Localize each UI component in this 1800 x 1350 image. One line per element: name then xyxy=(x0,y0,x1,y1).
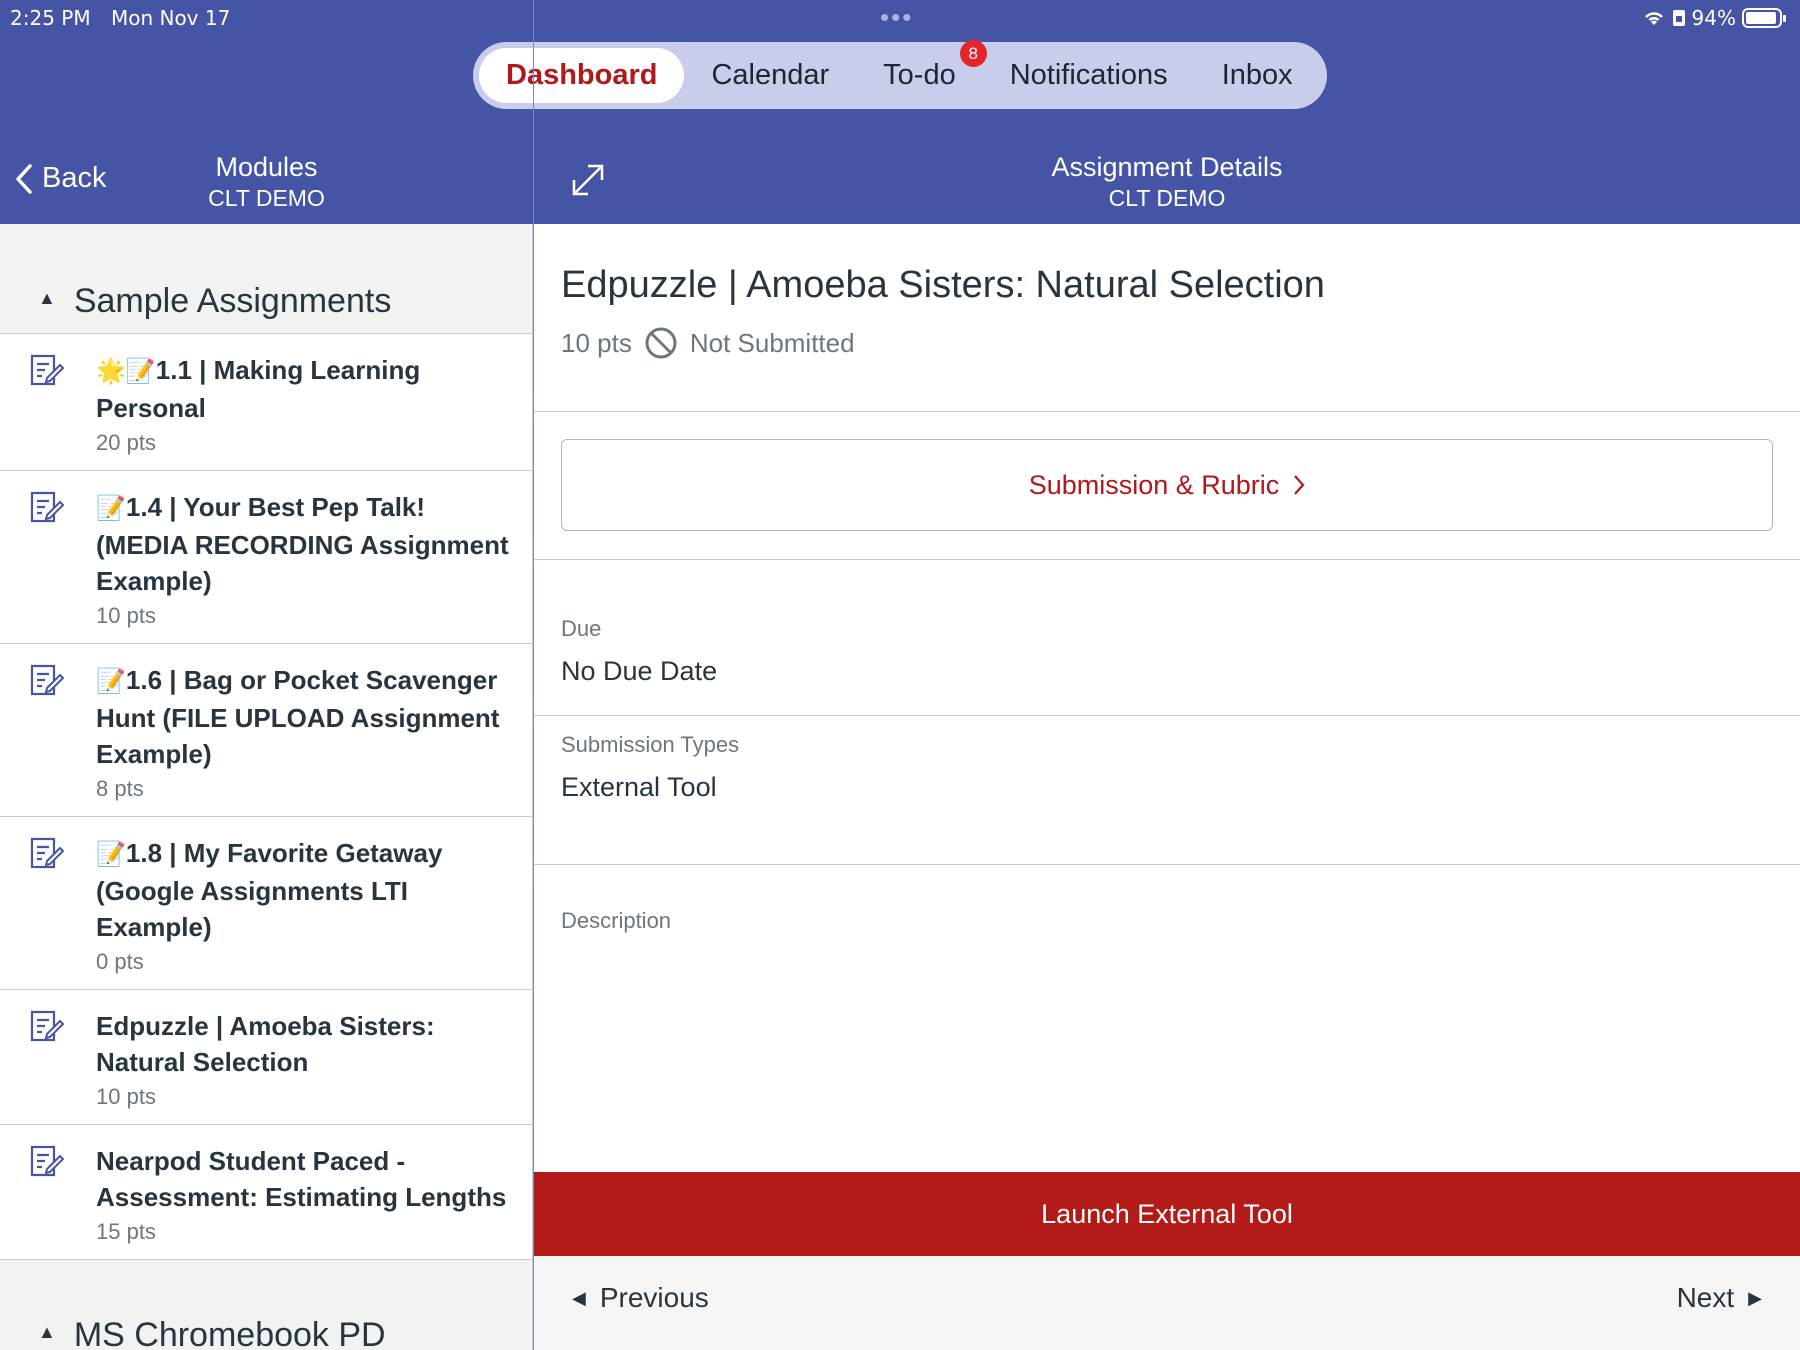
details-subtitle: CLT DEMO xyxy=(1108,185,1226,211)
assignment-points: 10 pts xyxy=(561,327,632,358)
status-bar-right: 94% xyxy=(1642,6,1786,30)
emoji-icon: 📝 xyxy=(96,841,126,868)
module-item-name: 1.8 | My Favorite Getaway (Google Assign… xyxy=(96,838,443,942)
section-title: MS Chromebook PD xyxy=(73,1316,386,1350)
submission-status: Not Submitted xyxy=(689,327,855,358)
module-item-points: 15 pts xyxy=(96,1219,156,1244)
lock-rotation-icon xyxy=(1672,10,1685,26)
chevron-right-icon xyxy=(1294,475,1305,495)
assignment-icon xyxy=(30,352,65,393)
assignment-icon xyxy=(30,835,65,876)
tab-label: Calendar xyxy=(711,59,830,91)
module-item-title: 🌟📝1.1 | Making Learning Personal xyxy=(96,352,512,426)
divider xyxy=(534,864,1800,865)
assignment-meta: 10 pts Not Submitted xyxy=(561,326,855,360)
module-item-title: Edpuzzle | Amoeba Sisters: Natural Selec… xyxy=(96,1008,512,1080)
emoji-icon: 🌟📝 xyxy=(96,358,156,385)
section-title: Sample Assignments xyxy=(73,282,392,320)
tab-label: Dashboard xyxy=(506,59,658,91)
split-divider xyxy=(533,0,534,1350)
main-tab-bar: Dashboard Calendar To-do 8 Notifications Inbo… xyxy=(473,40,1327,109)
module-item[interactable]: 📝1.6 | Bag or Pocket Scavenger Hunt (FIL… xyxy=(0,644,532,817)
previous-button[interactable]: ◀ Previous xyxy=(572,1282,709,1314)
module-item[interactable]: 🌟📝1.1 | Making Learning Personal 20 pts xyxy=(0,334,532,471)
module-item-title: 📝1.6 | Bag or Pocket Scavenger Hunt (FIL… xyxy=(96,662,512,772)
modules-title-block: Modules CLT DEMO xyxy=(0,152,533,212)
not-submitted-icon xyxy=(645,327,677,359)
modules-header: Back Modules CLT DEMO xyxy=(0,130,533,224)
submission-rubric-button[interactable]: Submission & Rubric xyxy=(561,439,1773,531)
modules-subtitle: CLT DEMO xyxy=(208,185,325,211)
wifi-icon xyxy=(1644,12,1663,25)
module-item[interactable]: Edpuzzle | Amoeba Sisters: Natural Selec… xyxy=(0,990,532,1125)
caret-left-icon: ◀ xyxy=(572,1287,586,1308)
battery-icon xyxy=(1742,8,1786,28)
module-item-points: 10 pts xyxy=(96,1084,156,1109)
module-item-points: 20 pts xyxy=(96,430,156,455)
module-item-title: Nearpod Student Paced - Assessment: Esti… xyxy=(96,1143,512,1215)
battery-fill xyxy=(1746,12,1777,24)
caret-right-icon: ▶ xyxy=(1748,1287,1762,1308)
submission-types-value: External Tool xyxy=(561,772,717,802)
emoji-icon: 📝 xyxy=(96,495,126,522)
module-item-name: 1.4 | Your Best Pep Talk! (MEDIA RECORDI… xyxy=(96,492,509,596)
tab-label: Inbox xyxy=(1221,59,1293,91)
status-bar-left: 2:25 PM Mon Nov 17 xyxy=(10,6,244,30)
tab-to-do[interactable]: To-do 8 xyxy=(856,40,987,103)
submission-rubric-label: Submission & Rubric xyxy=(1028,469,1280,500)
status-time: 2:25 PM xyxy=(10,6,91,30)
tab-dashboard[interactable]: Dashboard xyxy=(479,48,685,103)
submission-types-label: Submission Types xyxy=(561,732,740,757)
module-item-name: Edpuzzle | Amoeba Sisters: Natural Selec… xyxy=(96,1011,435,1077)
assignment-icon xyxy=(30,489,65,530)
assignment-details-header: Assignment Details CLT DEMO xyxy=(534,130,1800,224)
module-item[interactable]: 📝1.4 | Your Best Pep Talk! (MEDIA RECORD… xyxy=(0,471,532,644)
due-label: Due xyxy=(561,616,602,641)
launch-external-tool-button[interactable]: Launch External Tool xyxy=(534,1172,1800,1256)
tab-notifications[interactable]: Notifications xyxy=(983,48,1195,103)
modules-title: Modules xyxy=(215,152,318,182)
divider xyxy=(534,411,1800,412)
assignment-title: Edpuzzle | Amoeba Sisters: Natural Selec… xyxy=(561,264,1325,306)
assignment-icon xyxy=(30,1143,65,1184)
launch-label: Launch External Tool xyxy=(1041,1198,1293,1229)
tab-label: Notifications xyxy=(1009,59,1168,91)
status-date: Mon Nov 17 xyxy=(110,6,231,30)
next-button[interactable]: Next ▶ xyxy=(1677,1282,1762,1314)
module-item-title: 📝1.8 | My Favorite Getaway (Google Assig… xyxy=(96,835,512,945)
multitasking-dots-icon[interactable]: ••• xyxy=(880,4,913,30)
module-item-points: 0 pts xyxy=(96,949,144,974)
module-item[interactable]: 📝1.8 | My Favorite Getaway (Google Assig… xyxy=(0,817,532,990)
pager-footer: ◀ Previous Next ▶ xyxy=(534,1256,1800,1350)
previous-label: Previous xyxy=(599,1282,709,1313)
top-bar: 2:25 PM Mon Nov 17 ••• 94% Dashboard Cale… xyxy=(0,0,1800,224)
tab-calendar[interactable]: Calendar xyxy=(684,48,856,103)
description-label: Description xyxy=(561,908,672,933)
assignment-icon xyxy=(30,1008,65,1049)
emoji-icon: 📝 xyxy=(96,668,126,695)
assignment-icon xyxy=(30,662,65,703)
assignment-details: Edpuzzle | Amoeba Sisters: Natural Selec… xyxy=(534,224,1800,1350)
module-item-name: 1.6 | Bag or Pocket Scavenger Hunt (FILE… xyxy=(96,665,500,769)
due-value: No Due Date xyxy=(561,656,718,686)
module-item-points: 8 pts xyxy=(96,776,144,801)
section-header-sample-assignments[interactable]: ▲ Sample Assignments xyxy=(0,224,532,334)
module-item-title: 📝1.4 | Your Best Pep Talk! (MEDIA RECORD… xyxy=(96,489,512,599)
collapse-caret-icon: ▲ xyxy=(38,288,56,308)
tab-label: To-do xyxy=(883,59,956,91)
collapse-caret-icon: ▲ xyxy=(38,1322,56,1342)
details-title: Assignment Details xyxy=(1051,152,1283,182)
divider xyxy=(534,715,1800,716)
battery-percent: 94% xyxy=(1691,6,1736,30)
next-label: Next xyxy=(1676,1282,1735,1313)
module-item-points: 10 pts xyxy=(96,603,156,628)
divider xyxy=(534,559,1800,560)
module-item-name: Nearpod Student Paced - Assessment: Esti… xyxy=(96,1146,507,1212)
modules-list: ▲ Sample Assignments 🌟📝1.1 | Making Lear… xyxy=(0,224,533,1350)
details-title-block: Assignment Details CLT DEMO xyxy=(534,152,1800,212)
module-item[interactable]: Nearpod Student Paced - Assessment: Esti… xyxy=(0,1125,532,1260)
section-header-ms-chromebook-pd[interactable]: ▲ MS Chromebook PD xyxy=(0,1260,532,1350)
tab-inbox[interactable]: Inbox xyxy=(1195,48,1320,103)
